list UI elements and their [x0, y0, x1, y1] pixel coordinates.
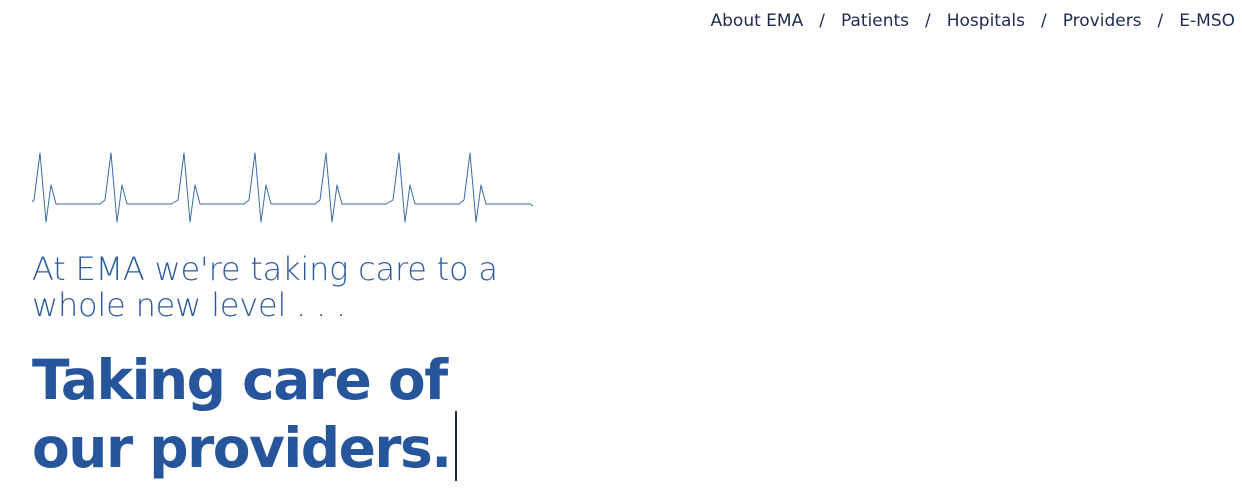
- hero-tagline-line-1: At EMA we're taking care to a: [32, 250, 498, 288]
- hero-tagline-line-2: whole new level . . .: [32, 286, 347, 324]
- nav-link-e-mso[interactable]: E-MSO: [1179, 11, 1235, 31]
- nav-link-patients[interactable]: Patients: [841, 11, 909, 31]
- hero-section: At EMA we're taking care to a whole new …: [32, 150, 552, 481]
- nav-separator: /: [1157, 11, 1164, 31]
- nav-link-about-ema[interactable]: About EMA: [711, 11, 804, 31]
- typing-cursor: [454, 411, 457, 481]
- hero-headline-line-1: Taking care of: [32, 348, 448, 412]
- nav-separator: /: [1040, 11, 1047, 31]
- nav-link-hospitals[interactable]: Hospitals: [947, 11, 1025, 31]
- nav-link-providers[interactable]: Providers: [1063, 11, 1142, 31]
- top-navigation: About EMA / Patients / Hospitals / Provi…: [711, 11, 1236, 31]
- nav-separator: /: [819, 11, 825, 31]
- nav-separator: /: [925, 11, 931, 31]
- heartbeat-line-icon: [32, 152, 533, 223]
- hero-tagline: At EMA we're taking care to a whole new …: [32, 251, 552, 323]
- hero-headline-line-2: our providers.: [32, 416, 452, 480]
- hero-headline-line-2-wrap: our providers.: [32, 411, 552, 481]
- hero-headline: Taking care of our providers.: [32, 349, 552, 481]
